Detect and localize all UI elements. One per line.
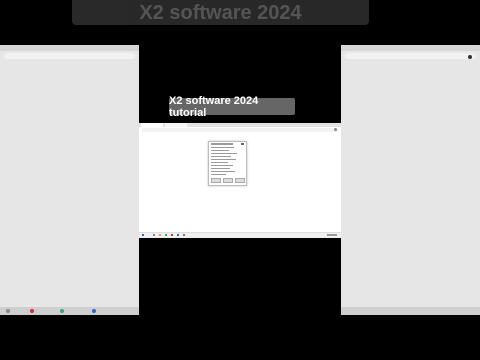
dialog-title — [211, 143, 233, 145]
taskbar-icon[interactable] — [183, 234, 185, 236]
browser-tab-bar — [139, 123, 341, 127]
taskbar-icon[interactable] — [159, 234, 161, 236]
video-title-overlay: X2 software 2024 — [72, 0, 369, 25]
list-item[interactable] — [211, 150, 230, 151]
list-item[interactable] — [211, 165, 234, 166]
item-list[interactable] — [211, 147, 244, 177]
taskbar — [0, 307, 139, 315]
avatar-icon — [468, 55, 472, 59]
list-item[interactable] — [211, 159, 236, 160]
address-bar — [345, 53, 476, 59]
video-caption: X2 software 2024 tutorial — [169, 95, 295, 119]
browser-tab[interactable] — [141, 123, 163, 127]
address-bar — [4, 53, 135, 59]
desktop-screen — [139, 123, 341, 238]
list-item[interactable] — [211, 156, 231, 157]
dialog-button[interactable] — [211, 178, 221, 183]
dialog-button[interactable] — [235, 178, 245, 183]
taskbar-icon[interactable] — [171, 234, 173, 236]
taskbar-icon — [6, 309, 10, 313]
list-item[interactable] — [211, 168, 231, 169]
start-icon[interactable] — [142, 234, 144, 236]
taskbar — [139, 232, 341, 238]
list-item[interactable] — [211, 171, 235, 172]
blurred-left-screen — [0, 45, 139, 315]
list-item[interactable] — [211, 153, 238, 154]
taskbar — [341, 307, 480, 315]
taskbar-icon[interactable] — [165, 234, 167, 236]
browser-tab-bar — [0, 45, 139, 51]
taskbar-icon — [60, 309, 64, 313]
list-item[interactable] — [211, 147, 235, 148]
taskbar-icon[interactable] — [177, 234, 179, 236]
taskbar-icon — [30, 309, 34, 313]
list-item[interactable] — [211, 174, 226, 175]
system-tray[interactable] — [327, 234, 337, 236]
extension-icon[interactable] — [334, 128, 337, 131]
address-bar[interactable] — [142, 128, 338, 132]
blurred-right-screen — [341, 45, 480, 315]
taskbar-icon[interactable] — [153, 234, 155, 236]
browser-tab-bar — [341, 45, 480, 51]
browser-tab[interactable] — [165, 123, 187, 127]
taskbar-icon — [92, 309, 96, 313]
list-item[interactable] — [211, 162, 228, 163]
software-dialog — [208, 141, 247, 186]
dialog-button[interactable] — [223, 178, 233, 183]
close-icon[interactable] — [241, 143, 244, 145]
